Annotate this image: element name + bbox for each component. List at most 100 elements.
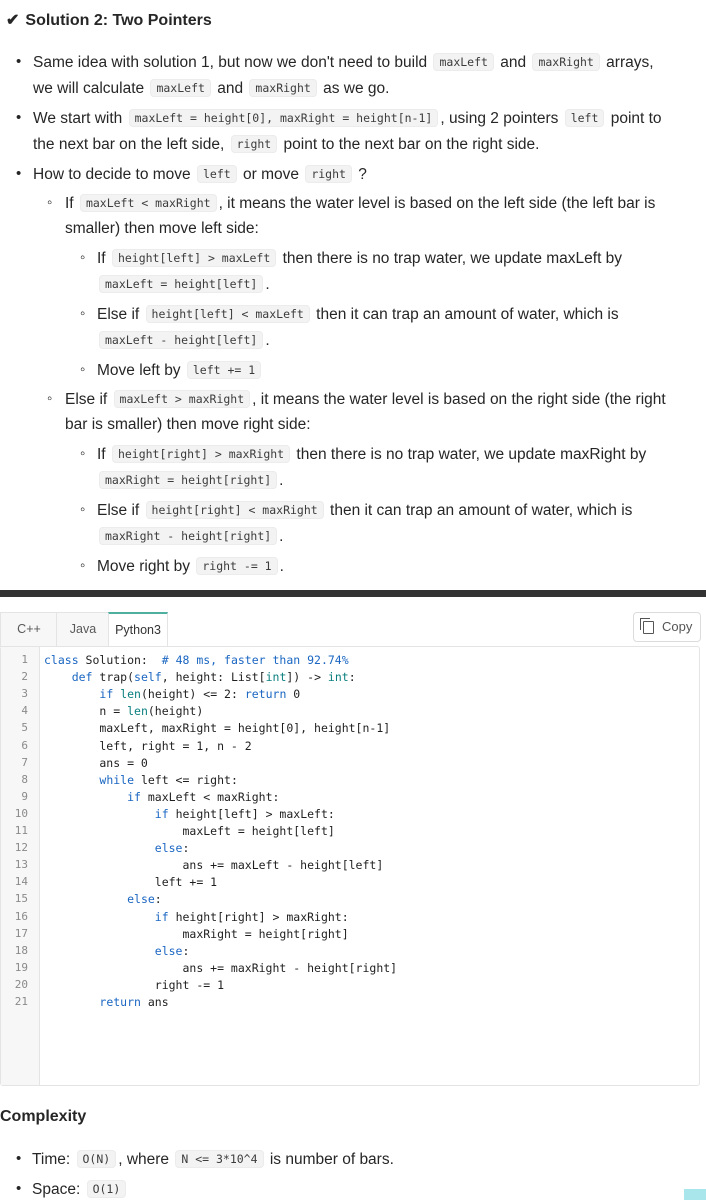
complexity-time: Time: O(N), where N <= 3*10^4 is number … — [32, 1148, 394, 1171]
inline-code: height[left] < maxLeft — [145, 305, 310, 323]
code-line: right -= 1 — [44, 977, 225, 992]
text: then there is no trap water, we update m… — [296, 446, 647, 463]
line-number: 17 — [14, 926, 28, 940]
text: Same idea with solution 1, but now we do… — [33, 54, 428, 71]
sub-2a-line-2: maxRight = height[right]. — [97, 469, 283, 492]
text: we will calculate — [33, 80, 145, 97]
bullet-dot-icon: • — [16, 165, 22, 182]
inline-code: maxRight - height[right] — [99, 527, 278, 545]
text: and — [500, 54, 527, 71]
code-line: maxLeft, maxRight = height[0], height[n-… — [44, 721, 391, 736]
code-editor[interactable]: 1 2 3 4 5 6 7 8 9 10 11 12 13 14 15 16 17 18 19 20 21 class … — [0, 646, 700, 1086]
copy-button[interactable]: Copy — [633, 612, 701, 642]
text: and — [217, 80, 244, 97]
code-line: n = len(height) — [44, 704, 204, 719]
text: Move right by — [97, 558, 191, 575]
text: We start with — [33, 110, 123, 127]
line-number: 1 — [21, 653, 28, 666]
text: How to decide to move — [33, 166, 191, 183]
inline-code: left — [564, 109, 605, 127]
inline-code: left += 1 — [186, 361, 262, 379]
sub-1c-line-1: Move left by left += 1 — [97, 359, 263, 382]
line-number: 4 — [21, 704, 28, 718]
text: point to — [610, 110, 662, 127]
text: Time: — [32, 1151, 71, 1168]
sub-2b-line-1: Else if height[right] < maxRight then it… — [97, 499, 632, 522]
circle-bullet-icon: ◦ — [80, 305, 86, 322]
text: . — [265, 332, 270, 349]
text: then there is no trap water, we update m… — [282, 250, 623, 267]
inline-code: maxLeft — [150, 79, 211, 97]
sub-2-line-2: bar is smaller) then move right side: — [65, 416, 311, 433]
text: Space: — [32, 1181, 81, 1198]
text: If — [97, 446, 106, 463]
sub-1a-line-1: If height[left] > maxLeft then there is … — [97, 247, 622, 270]
code-line: maxRight = height[right] — [44, 926, 349, 941]
bullet-1-line-1: Same idea with solution 1, but now we do… — [33, 51, 654, 74]
complexity-space: Space: O(1) — [32, 1178, 128, 1201]
sub-2a-line-1: If height[right] > maxRight then there i… — [97, 443, 646, 466]
text: , using 2 pointers — [440, 110, 559, 127]
line-number: 2 — [21, 670, 28, 684]
code-line: ans = 0 — [44, 755, 148, 770]
line-number: 20 — [14, 977, 28, 991]
inline-code: O(N) — [76, 1150, 117, 1168]
inline-code: left — [196, 165, 237, 183]
tab-java[interactable]: Java — [56, 612, 109, 647]
line-number: 13 — [14, 858, 28, 872]
bullet-3-line-1: How to decide to move left or move right… — [33, 163, 367, 186]
inline-code: maxLeft = height[left] — [99, 275, 264, 293]
text: then it can trap an amount of water, whi… — [330, 502, 633, 519]
tab-cpp[interactable]: C++ — [0, 612, 57, 647]
line-number-gutter: 1 2 3 4 5 6 7 8 9 10 11 12 13 14 15 16 17 18 19 20 21 — [1, 647, 40, 1085]
inline-code: height[right] > maxRight — [111, 445, 291, 463]
inline-code: maxLeft > maxRight — [113, 390, 251, 408]
line-number: 12 — [14, 841, 28, 855]
code-tabs: C++ Java Python3 — [0, 612, 700, 647]
text: as we go. — [323, 80, 390, 97]
inline-code: maxLeft < maxRight — [79, 194, 217, 212]
line-number: 18 — [14, 943, 28, 957]
code-line: if height[left] > maxLeft: — [154, 806, 335, 821]
text: Move left by — [97, 362, 181, 379]
sub-1b-line-1: Else if height[left] < maxLeft then it c… — [97, 303, 619, 326]
text: arrays, — [606, 54, 654, 71]
line-number: 21 — [14, 995, 28, 1008]
text: . — [279, 472, 284, 489]
inline-code: maxLeft - height[left] — [99, 331, 264, 349]
circle-bullet-icon: ◦ — [80, 361, 86, 378]
text: or move — [243, 166, 299, 183]
text: If — [65, 195, 74, 212]
bullet-dot-icon: • — [16, 1180, 22, 1197]
copy-icon — [640, 618, 654, 634]
circle-bullet-icon: ◦ — [80, 249, 86, 266]
text: then it can trap an amount of water, whi… — [316, 306, 619, 323]
text: . — [279, 558, 284, 575]
line-number: 14 — [14, 875, 28, 889]
circle-bullet-icon: ◦ — [47, 194, 53, 211]
line-number: 10 — [14, 806, 28, 820]
solution-title: ✔ Solution 2: Two Pointers — [6, 10, 212, 30]
complexity-heading: Complexity — [0, 1108, 87, 1125]
inline-code: maxLeft = height[0], maxRight = height[n… — [128, 109, 439, 127]
tab-python3[interactable]: Python3 — [108, 612, 168, 646]
circle-bullet-icon: ◦ — [80, 501, 86, 518]
line-number: 16 — [14, 909, 28, 923]
solution-title-text: Solution 2: Two Pointers — [25, 12, 212, 29]
sub-2b-line-2: maxRight - height[right]. — [97, 525, 283, 548]
circle-bullet-icon: ◦ — [80, 557, 86, 574]
checkmark-icon: ✔ — [6, 12, 20, 29]
line-number: 8 — [21, 772, 28, 786]
bullet-dot-icon: • — [16, 53, 22, 70]
code-line: while left <= right: — [99, 772, 238, 787]
text: Else if — [65, 391, 108, 408]
inline-code: maxRight — [249, 79, 317, 97]
code-line: def trap(self, height: List[int]) -> int… — [71, 670, 356, 685]
line-number: 11 — [14, 824, 28, 837]
code-line: else: — [154, 943, 190, 958]
code-line: else: — [154, 841, 190, 856]
text: point to the next bar on the right side. — [283, 136, 540, 153]
inline-code: right -= 1 — [196, 557, 278, 575]
bullet-dot-icon: • — [16, 1150, 22, 1167]
code-line: if len(height) <= 2: return 0 — [99, 687, 301, 702]
